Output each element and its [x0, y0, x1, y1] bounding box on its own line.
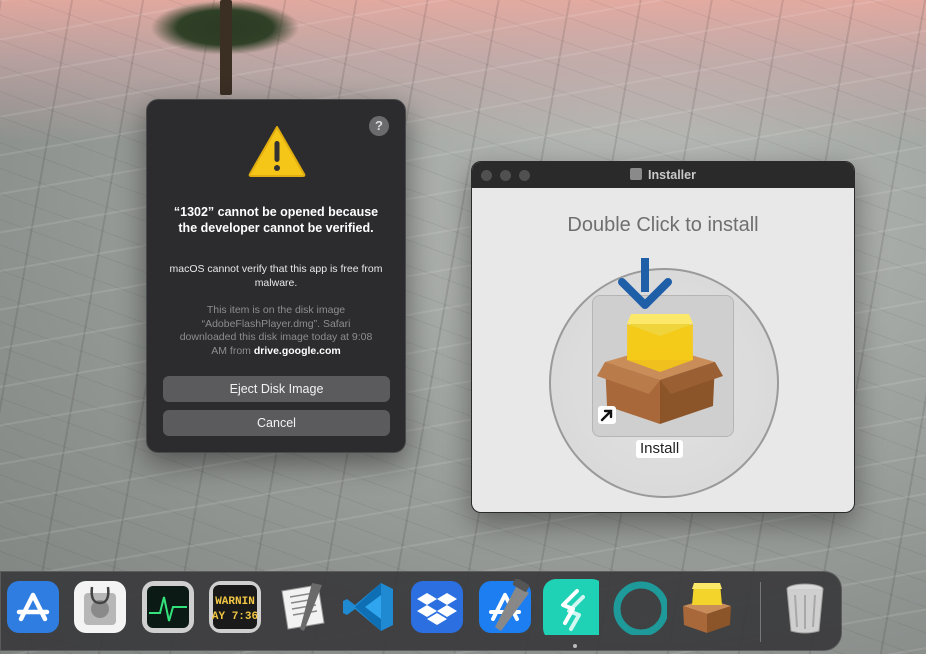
eject-disk-image-button[interactable]: Eject Disk Image [163, 376, 390, 402]
dock-item-xcode[interactable] [477, 579, 533, 635]
cancel-button[interactable]: Cancel [163, 410, 390, 436]
app-store-icon [7, 581, 59, 633]
down-arrow-icon [618, 258, 672, 309]
dock-item-console[interactable]: WARNIN AY 7:36 [207, 579, 263, 635]
console-icon-line1: WARNIN [215, 596, 255, 608]
install-app-label[interactable]: Install [636, 440, 684, 458]
dock-separator [760, 582, 761, 642]
installer-package-icon [683, 583, 731, 633]
ring-app-icon [613, 581, 667, 635]
minimize-window-button[interactable] [500, 170, 511, 181]
dock-item-trash[interactable] [777, 579, 833, 635]
disk-utility-icon [74, 581, 126, 633]
dock-item-setapp[interactable] [543, 579, 599, 635]
wallpaper-tree-trunk [220, 0, 232, 95]
installer-titlebar[interactable]: Installer [472, 162, 854, 188]
help-button[interactable]: ? [369, 116, 389, 136]
gatekeeper-alert-dialog: ? “1302” cannot be opened because the de… [146, 99, 406, 453]
dock-item-disk-utility[interactable] [72, 579, 128, 635]
dock-item-ring-app[interactable] [611, 579, 667, 635]
script-editor-icon [281, 583, 325, 631]
alert-message: macOS cannot verify that this app is fre… [169, 263, 383, 289]
dock-item-script-editor[interactable] [274, 579, 330, 635]
dock-item-installer[interactable] [679, 579, 735, 635]
alias-arrow-icon [598, 406, 616, 424]
vscode-icon [343, 583, 393, 631]
warning-icon [248, 126, 306, 177]
console-icon-line2: AY 7:36 [212, 611, 258, 623]
dock-item-vscode[interactable] [341, 579, 397, 635]
close-window-button[interactable] [481, 170, 492, 181]
dock-item-activity-monitor[interactable] [140, 579, 196, 635]
running-indicator [573, 644, 577, 648]
setapp-icon [543, 579, 599, 635]
dropbox-icon [411, 581, 463, 633]
dock: WARNIN AY 7:36 [0, 571, 842, 651]
xcode-icon [479, 579, 531, 633]
dock-item-dropbox[interactable] [409, 579, 465, 635]
trash-icon [786, 583, 824, 634]
disk-icon [630, 168, 643, 180]
activity-monitor-icon [142, 581, 194, 633]
alert-info: This item is on the disk image “AdobeFla… [175, 304, 377, 358]
installer-window: Installer Double Click to install Instal… [471, 161, 855, 513]
installer-heading: Double Click to install [567, 214, 759, 236]
zoom-window-button[interactable] [519, 170, 530, 181]
alert-info-domain: drive.google.com [253, 344, 341, 357]
dock-item-app-store[interactable] [5, 579, 61, 635]
installer-title: Installer [648, 168, 696, 182]
console-icon: WARNIN AY 7:36 [209, 581, 261, 633]
alert-title: “1302” cannot be opened because the deve… [173, 205, 379, 235]
